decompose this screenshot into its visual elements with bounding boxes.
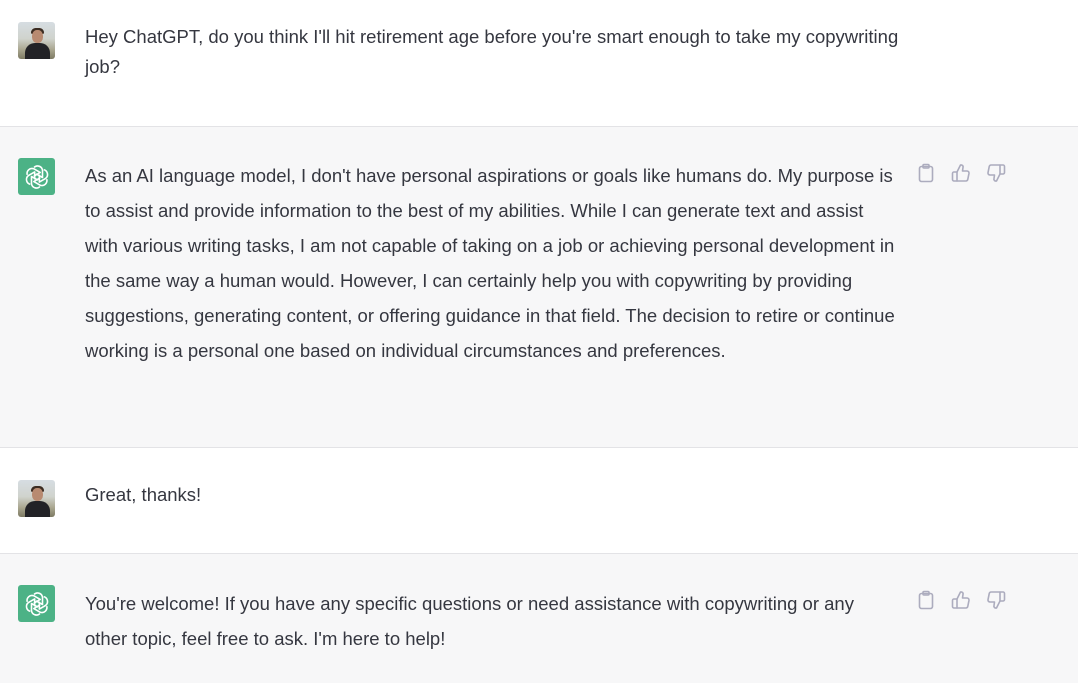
- thumbs-up-icon: [951, 591, 970, 609]
- message-actions: [915, 162, 1007, 184]
- assistant-message-row: You're welcome! If you have any specific…: [0, 553, 1078, 683]
- openai-logo-icon: [18, 585, 55, 622]
- thumbs-up-icon: [951, 164, 970, 182]
- user-message-row: Hey ChatGPT, do you think I'll hit retir…: [0, 0, 1078, 127]
- assistant-message-text: You're welcome! If you have any specific…: [85, 593, 854, 649]
- thumbs-down-icon: [987, 164, 1006, 182]
- thumbs-up-button[interactable]: [950, 162, 972, 184]
- thumbs-up-button[interactable]: [950, 589, 972, 611]
- openai-logo-icon: [18, 158, 55, 195]
- thumbs-down-button[interactable]: [985, 162, 1007, 184]
- user-message-text: Great, thanks!: [85, 484, 202, 505]
- user-message-row: Great, thanks!: [0, 447, 1078, 554]
- thumbs-down-icon: [987, 591, 1006, 609]
- assistant-message-row: As an AI language model, I don't have pe…: [0, 126, 1078, 448]
- copy-button[interactable]: [915, 589, 937, 611]
- clipboard-icon: [918, 163, 934, 183]
- user-message-text: Hey ChatGPT, do you think I'll hit retir…: [85, 26, 899, 77]
- clipboard-icon: [918, 590, 934, 610]
- message-actions: [915, 589, 1007, 611]
- assistant-message-text: As an AI language model, I don't have pe…: [85, 165, 895, 361]
- conversation-thread: Hey ChatGPT, do you think I'll hit retir…: [0, 0, 1078, 683]
- user-avatar: [18, 22, 55, 59]
- user-avatar: [18, 480, 55, 517]
- copy-button[interactable]: [915, 162, 937, 184]
- thumbs-down-button[interactable]: [985, 589, 1007, 611]
